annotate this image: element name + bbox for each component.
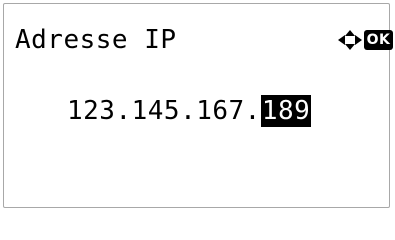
- screen-title: Adresse IP: [15, 25, 177, 55]
- ip-address-field[interactable]: 123.145.167. 189: [67, 95, 312, 127]
- four-way-arrow-icon: [338, 30, 362, 50]
- lcd-screen: Adresse IP OK 123.145.167. 189: [3, 3, 393, 208]
- nav-ok-indicator: OK: [337, 29, 393, 51]
- selected-octet[interactable]: 189: [260, 95, 312, 127]
- ip-address-prefix: 123.145.167.: [67, 96, 261, 126]
- ok-button-indicator: OK: [364, 30, 393, 50]
